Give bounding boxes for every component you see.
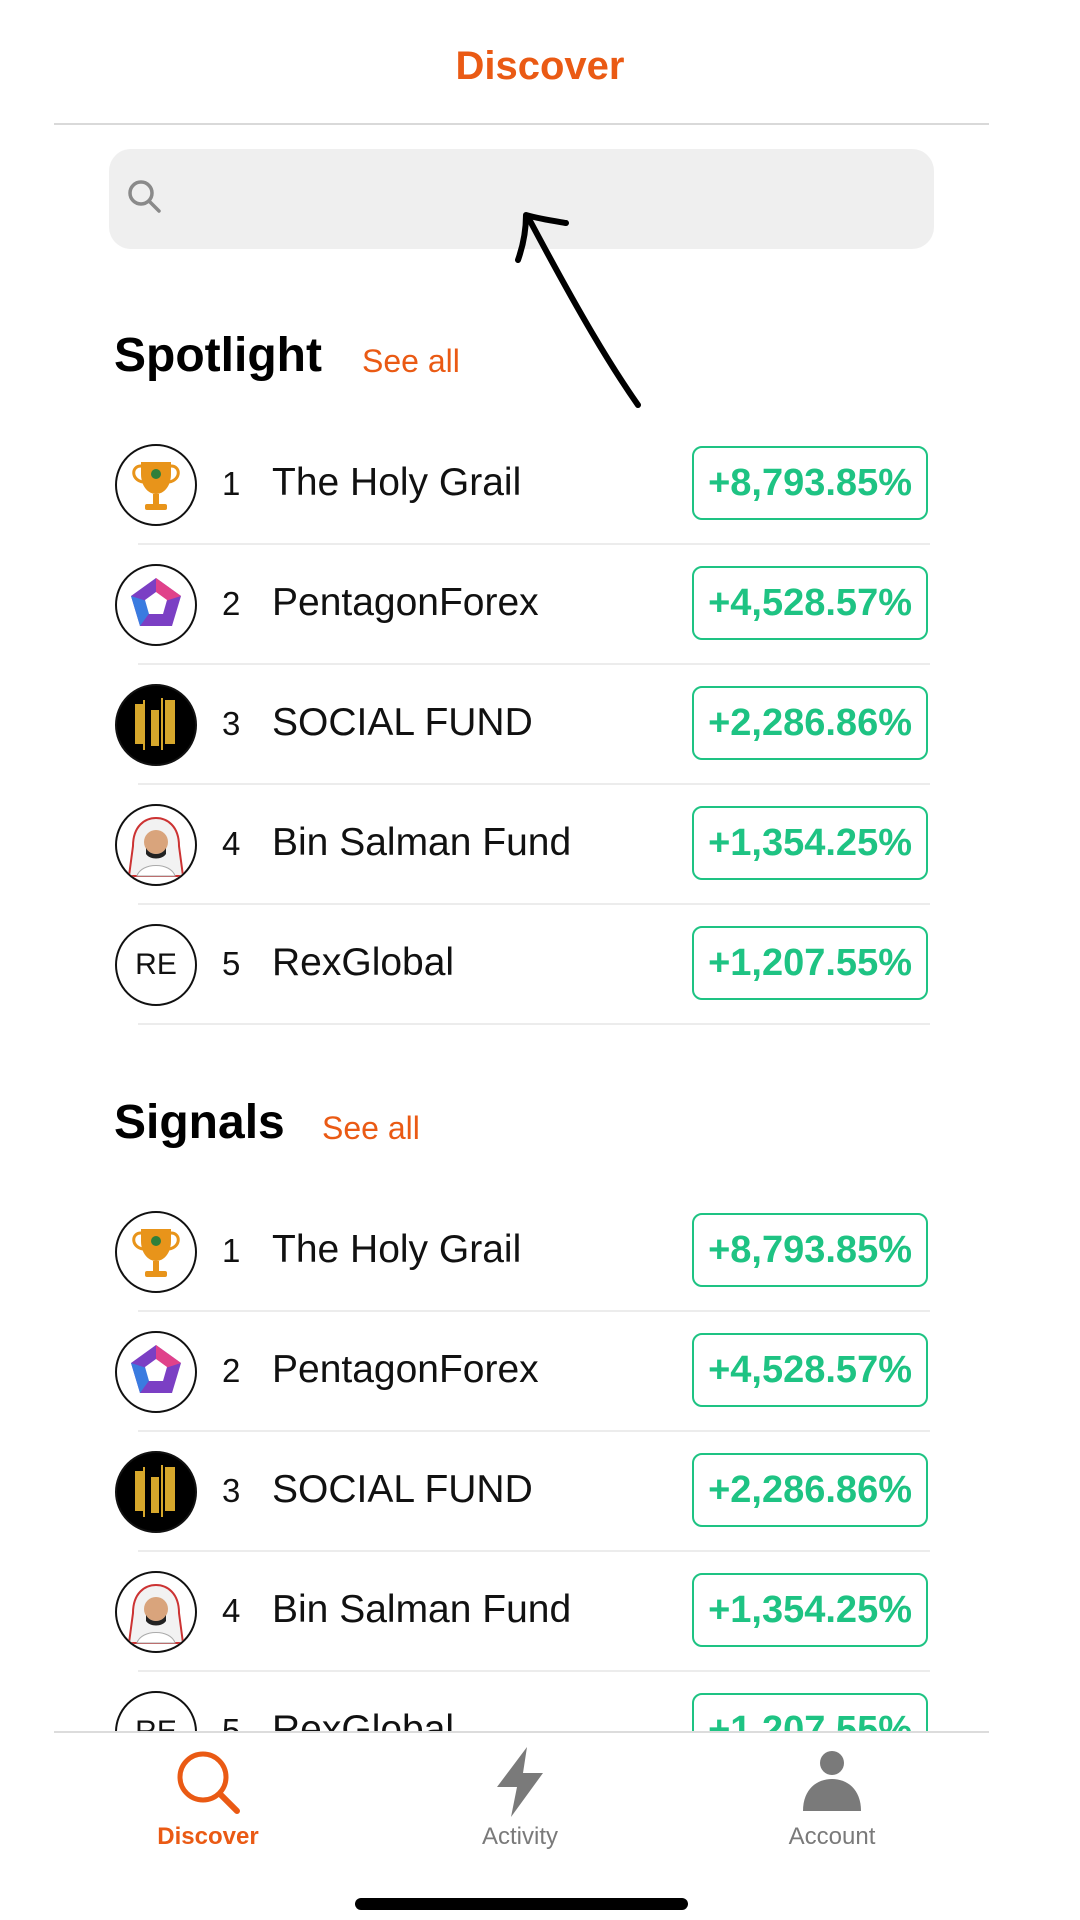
list-item[interactable]: RE 5 RexGlobal +1,207.55% <box>0 905 1080 1025</box>
list-item[interactable]: 4 Bin Salman Fund +1,354.25% <box>0 785 1080 905</box>
fund-name: PentagonForex <box>272 581 539 624</box>
tab-bar: Discover Activity Account <box>0 1731 1080 1920</box>
return-badge: +1,207.55% <box>692 926 928 1000</box>
tab-account[interactable]: Account <box>732 1745 932 1851</box>
fund-name: The Holy Grail <box>272 461 522 504</box>
return-badge: +1,207.55% <box>692 1693 928 1731</box>
list-item[interactable]: 2 PentagonForex +4,528.57% <box>0 545 1080 665</box>
return-badge: +1,354.25% <box>692 806 928 880</box>
return-badge: +2,286.86% <box>692 1453 928 1527</box>
list-item[interactable]: 2 PentagonForex +4,528.57% <box>0 1312 1080 1432</box>
lightning-icon <box>497 1747 543 1817</box>
fund-name: Bin Salman Fund <box>272 821 572 864</box>
list-item[interactable]: 3 SOCIAL FUND +2,286.86% <box>0 1432 1080 1552</box>
candlestick-logo <box>115 684 197 766</box>
trophy-icon <box>115 1211 197 1293</box>
tab-label: Account <box>788 1823 876 1850</box>
list-item[interactable]: 1 The Holy Grail +8,793.85% <box>0 425 1080 545</box>
fund-name: RexGlobal <box>272 941 455 984</box>
rank-number: 5 <box>222 1712 241 1731</box>
tab-activity[interactable]: Activity <box>420 1745 620 1851</box>
rank-number: 1 <box>222 465 241 502</box>
search-icon <box>177 1751 240 1814</box>
nav-header: Discover <box>0 0 1080 125</box>
fund-name: The Holy Grail <box>272 1228 522 1271</box>
rank-number: 2 <box>222 1352 241 1389</box>
rank-number: 3 <box>222 705 241 742</box>
tabbar-divider <box>54 1731 989 1733</box>
fund-name: Bin Salman Fund <box>272 1588 572 1631</box>
page-title: Discover <box>455 44 625 88</box>
spotlight-list: 1 The Holy Grail +8,793.85% 2 PentagonFo… <box>0 425 1080 1025</box>
pentagon-logo <box>115 564 197 646</box>
list-item[interactable]: 1 The Holy Grail +8,793.85% <box>0 1192 1080 1312</box>
signals-see-all-link[interactable]: See all <box>322 1110 420 1147</box>
fund-name: SOCIAL FUND <box>272 1468 533 1511</box>
header-divider <box>54 123 989 125</box>
rank-number: 4 <box>222 825 241 862</box>
rank-number: 5 <box>222 945 241 982</box>
search-icon <box>128 180 161 213</box>
annotation-arrow <box>515 212 641 408</box>
spotlight-see-all-link[interactable]: See all <box>362 343 460 380</box>
return-badge: +8,793.85% <box>692 1213 928 1287</box>
list-item[interactable]: 4 Bin Salman Fund +1,354.25% <box>0 1552 1080 1672</box>
return-badge: +4,528.57% <box>692 566 928 640</box>
fund-name: RexGlobal <box>272 1708 455 1731</box>
return-badge: +2,286.86% <box>692 686 928 760</box>
return-badge: +4,528.57% <box>692 1333 928 1407</box>
avatar-initials: RE <box>135 948 177 981</box>
initials-avatar: RE <box>115 924 197 1006</box>
tab-discover[interactable]: Discover <box>108 1745 308 1851</box>
tab-label: Activity <box>481 1823 558 1850</box>
scroll-content[interactable]: Discover Spotlight See all 1 The Holy Gr… <box>0 0 1080 1731</box>
fund-name: SOCIAL FUND <box>272 701 533 744</box>
return-badge: +8,793.85% <box>692 446 928 520</box>
rank-number: 4 <box>222 1592 241 1629</box>
avatar-initials: RE <box>135 1715 177 1731</box>
tab-label: Discover <box>157 1823 259 1850</box>
rank-number: 2 <box>222 585 241 622</box>
return-badge: +1,354.25% <box>692 1573 928 1647</box>
signals-list: 1 The Holy Grail +8,793.85% 2 PentagonFo… <box>0 1192 1080 1731</box>
person-icon <box>803 1751 861 1811</box>
list-item[interactable]: RE 5 RexGlobal +1,207.55% <box>0 1672 1080 1731</box>
spotlight-title: Spotlight <box>114 329 322 382</box>
list-item[interactable]: 3 SOCIAL FUND +2,286.86% <box>0 665 1080 785</box>
candlestick-logo <box>115 1451 197 1533</box>
signals-title: Signals <box>114 1096 285 1149</box>
fund-name: PentagonForex <box>272 1348 539 1391</box>
portrait-avatar <box>115 1571 197 1653</box>
pentagon-logo <box>115 1331 197 1413</box>
portrait-avatar <box>115 804 197 886</box>
rank-number: 3 <box>222 1472 241 1509</box>
initials-avatar: RE <box>115 1691 197 1731</box>
trophy-icon <box>115 444 197 526</box>
divider <box>138 1023 930 1025</box>
rank-number: 1 <box>222 1232 241 1269</box>
home-indicator <box>355 1898 688 1910</box>
